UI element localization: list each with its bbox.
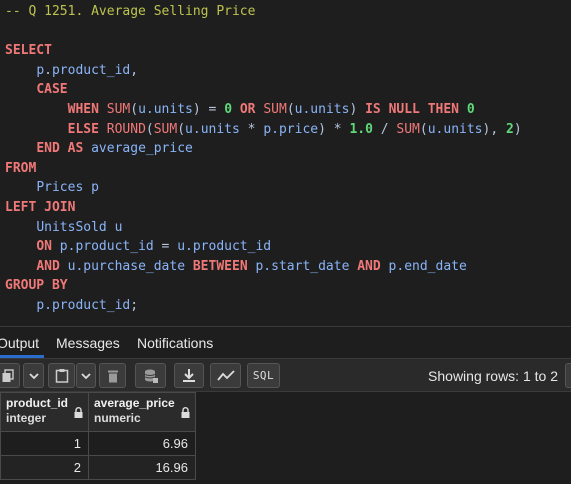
graph-visualiser-button[interactable]	[210, 363, 241, 388]
sql-icon: SQL	[252, 369, 275, 382]
code-line: WHEN SUM(u.units) = 0 OR SUM(u.units) IS…	[67, 102, 475, 117]
results-toolbar: SQL Showing rows: 1 to 2	[0, 358, 571, 392]
sql-button[interactable]: SQL	[247, 363, 280, 388]
column-type: integer	[6, 411, 47, 425]
table-cell[interactable]: 16.96	[88, 455, 196, 480]
delete-icon	[107, 370, 118, 382]
sql-editor[interactable]: -- Q 1251. Average Selling Price SELECT …	[0, 0, 571, 326]
table-row[interactable]: 1 6.96	[0, 431, 196, 456]
code-line: ELSE ROUND(SUM(u.units * p.price) * 1.0 …	[67, 122, 522, 137]
showing-rows-label: Showing rows: 1 to 2	[428, 368, 558, 384]
code-line: END AS average_price	[36, 141, 193, 156]
column-name: average_price	[94, 396, 175, 410]
delete-row-button[interactable]	[99, 363, 126, 388]
lock-icon	[181, 407, 190, 418]
results-tab-bar: Output Messages Notifications	[0, 326, 571, 358]
table-cell[interactable]: 1	[0, 431, 89, 456]
copy-icon	[2, 368, 14, 382]
table-cell[interactable]: 6.96	[88, 431, 196, 456]
code-line: AND u.purchase_date BETWEEN p.start_date…	[36, 259, 467, 274]
copy-button[interactable]	[0, 363, 20, 388]
save-data-icon	[144, 369, 158, 383]
data-table: product_id integer average_price numeric	[0, 392, 196, 480]
code-line: FROM	[5, 161, 37, 176]
paste-button[interactable]	[48, 363, 75, 388]
chevron-down-icon	[81, 372, 91, 379]
code-line: ON p.product_id = u.product_id	[36, 239, 272, 254]
column-type: numeric	[94, 411, 141, 425]
table-header-row: product_id integer average_price numeric	[0, 392, 196, 432]
paste-icon	[55, 369, 68, 383]
tab-messages[interactable]: Messages	[56, 335, 120, 351]
chevron-down-icon	[28, 372, 39, 379]
pagination-button[interactable]	[565, 363, 571, 388]
tab-notifications[interactable]: Notifications	[137, 335, 213, 351]
save-data-button[interactable]	[135, 363, 166, 388]
code-line: p.product_id,	[36, 63, 139, 78]
column-header-product-id[interactable]: product_id integer	[0, 392, 89, 432]
code-line: UnitsSold u	[36, 220, 123, 235]
graph-icon	[216, 369, 235, 381]
download-button[interactable]	[174, 363, 204, 388]
copy-options-dropdown[interactable]	[23, 363, 44, 388]
results-grid: product_id integer average_price numeric	[0, 392, 571, 484]
code-line: LEFT JOIN	[5, 200, 76, 215]
table-cell[interactable]: 2	[0, 455, 89, 480]
lock-icon	[74, 407, 83, 418]
code-line: -- Q 1251. Average Selling Price	[5, 4, 256, 19]
code-line: CASE	[36, 82, 68, 97]
table-row[interactable]: 2 16.96	[0, 455, 196, 480]
paste-options-dropdown[interactable]	[76, 363, 96, 388]
download-icon	[183, 369, 195, 382]
column-header-average-price[interactable]: average_price numeric	[88, 392, 196, 432]
code-line: Prices p	[36, 180, 99, 195]
code-line: SELECT	[5, 43, 52, 58]
tab-output[interactable]: Output	[0, 335, 39, 351]
code-line: p.product_id;	[36, 298, 139, 313]
code-line: GROUP BY	[5, 278, 68, 293]
column-name: product_id	[6, 396, 68, 410]
